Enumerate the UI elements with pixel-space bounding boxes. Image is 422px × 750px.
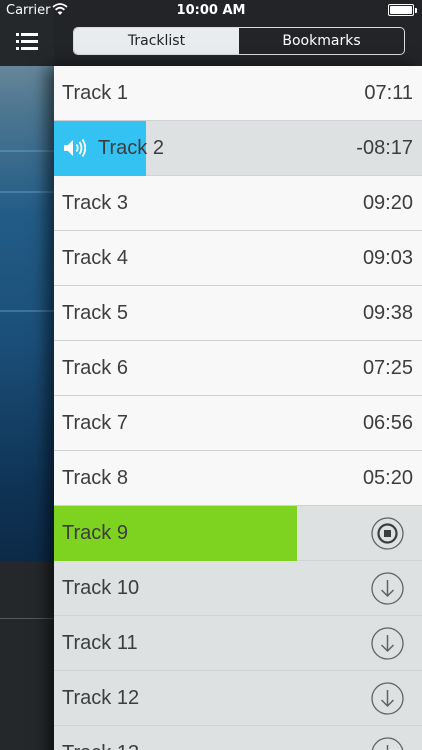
- track-row[interactable]: Track 4 09:03: [54, 231, 422, 286]
- stop-download-icon[interactable]: [371, 517, 404, 550]
- track-row-downloading[interactable]: Track 9: [54, 506, 422, 561]
- tab-tracklist[interactable]: Tracklist: [74, 28, 239, 54]
- artwork-detail: [0, 191, 54, 193]
- track-name: Track 11: [62, 631, 138, 654]
- track-duration: 05:20: [362, 467, 413, 489]
- view-switcher: Tracklist Bookmarks: [73, 27, 405, 55]
- track-name: Track 4: [62, 246, 128, 269]
- track-name: Track 8: [62, 466, 128, 489]
- tab-bookmarks[interactable]: Bookmarks: [239, 28, 404, 54]
- menu-button[interactable]: [12, 30, 44, 58]
- album-artwork: [0, 66, 54, 561]
- track-row[interactable]: Track 8 05:20: [54, 451, 422, 506]
- track-duration: 09:20: [362, 192, 413, 214]
- track-name: Track 6: [62, 356, 128, 379]
- track-duration: 06:56: [362, 412, 413, 434]
- track-remaining-time: -08:17: [356, 137, 413, 159]
- track-name: Track 5: [62, 301, 128, 324]
- artwork-detail: [0, 150, 54, 152]
- track-duration: 07:11: [364, 82, 413, 104]
- track-duration: 09:38: [362, 302, 413, 324]
- track-row[interactable]: Track 6 07:25: [54, 341, 422, 396]
- download-icon[interactable]: [371, 627, 404, 660]
- track-row[interactable]: Track 7 06:56: [54, 396, 422, 451]
- track-row[interactable]: Track 1 07:11: [54, 66, 422, 121]
- download-icon[interactable]: [371, 737, 404, 750]
- speaker-icon: [62, 138, 88, 164]
- track-row[interactable]: Track 3 09:20: [54, 176, 422, 231]
- status-bar: Carrier 10:00 AM: [0, 0, 422, 22]
- track-row-playing[interactable]: Track 2 -08:17: [54, 121, 422, 176]
- battery-icon: [388, 4, 417, 16]
- track-duration: 09:03: [362, 247, 413, 269]
- status-time: 10:00 AM: [176, 3, 246, 18]
- track-name: Track 9: [62, 521, 128, 544]
- list-menu-icon: [16, 33, 38, 50]
- track-row[interactable]: Track 5 09:38: [54, 286, 422, 341]
- track-name: Track 7: [62, 411, 128, 434]
- track-row-not-downloaded[interactable]: Track 13: [54, 726, 422, 750]
- track-row-not-downloaded[interactable]: Track 12: [54, 671, 422, 726]
- track-duration: 07:25: [362, 357, 413, 379]
- download-icon[interactable]: [371, 682, 404, 715]
- track-row-not-downloaded[interactable]: Track 11: [54, 616, 422, 671]
- track-row-not-downloaded[interactable]: Track 10: [54, 561, 422, 616]
- track-name: Track 10: [62, 576, 140, 599]
- download-icon[interactable]: [371, 572, 404, 605]
- track-name: Track 1: [62, 81, 128, 104]
- track-name: Track 12: [62, 686, 140, 709]
- artwork-detail: [0, 310, 54, 312]
- now-playing-sidebar: [0, 0, 54, 750]
- tracklist-panel: Track 1 07:11 Track 2 -08:17 Track 3 09:…: [54, 66, 422, 750]
- track-name: Track 13: [54, 742, 139, 750]
- sidebar-divider: [0, 618, 54, 619]
- track-name: Track 3: [62, 191, 128, 214]
